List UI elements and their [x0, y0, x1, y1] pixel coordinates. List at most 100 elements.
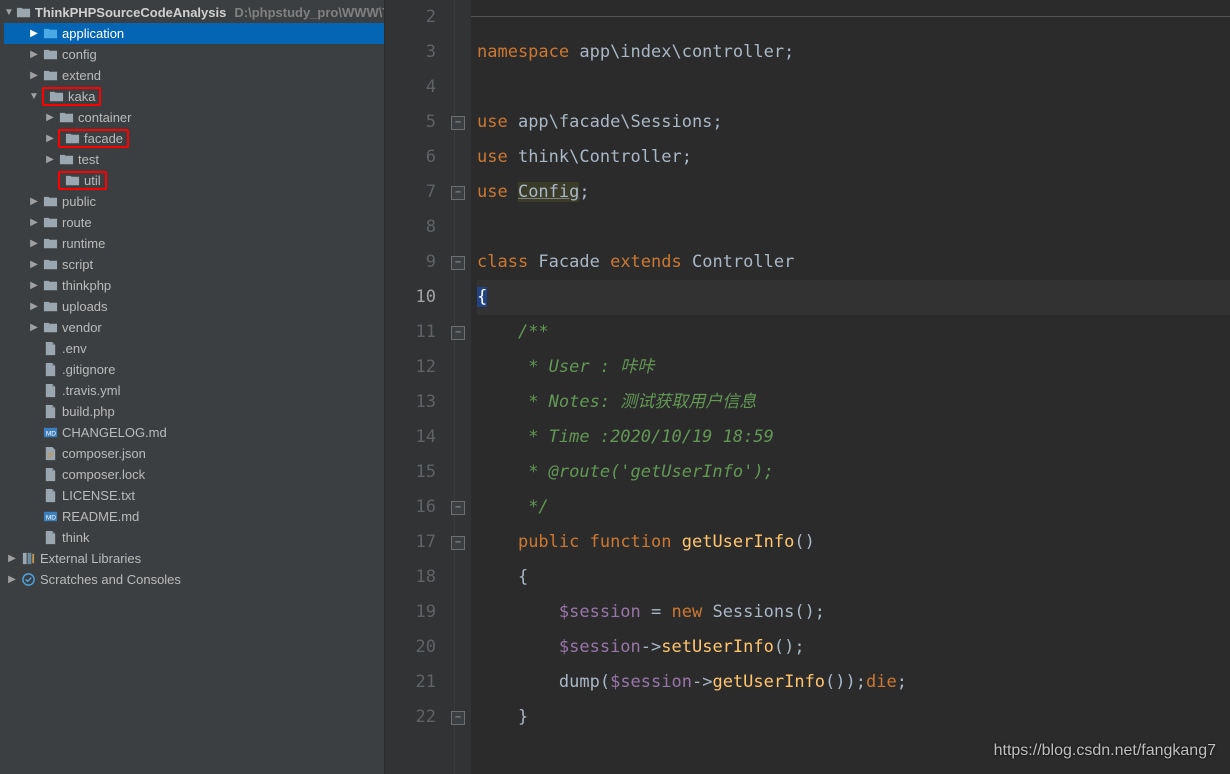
line-number[interactable]: 8 [385, 210, 454, 245]
code-line[interactable]: * Time :2020/10/19 18:59 [477, 420, 1230, 455]
tree-item[interactable]: .env [4, 338, 384, 359]
line-number[interactable]: 14 [385, 420, 454, 455]
tree-item[interactable]: util [4, 170, 384, 191]
expand-arrow-icon[interactable]: ▶ [44, 133, 56, 144]
project-tree-panel[interactable]: ▼ ThinkPHPSourceCodeAnalysis D:\phpstudy… [0, 0, 385, 774]
expand-arrow-icon[interactable]: ▶ [44, 112, 56, 123]
expand-arrow-icon[interactable]: ▶ [28, 217, 40, 228]
tree-item[interactable]: ▶public [4, 191, 384, 212]
tree-item[interactable]: .travis.yml [4, 380, 384, 401]
code-line[interactable]: $session = new Sessions(); [477, 595, 1230, 630]
expand-arrow-icon[interactable]: ▶ [6, 553, 18, 564]
expand-arrow-icon[interactable]: ▶ [28, 280, 40, 291]
code-line[interactable]: namespace app\index\controller; [477, 35, 1230, 70]
line-number[interactable]: 19 [385, 595, 454, 630]
code-line[interactable]: class Facade extends Controller [477, 245, 1230, 280]
line-number[interactable]: 17 [385, 525, 454, 560]
fold-toggle-icon[interactable]: − [451, 711, 465, 725]
expand-arrow-icon[interactable]: ▶ [28, 28, 40, 39]
fold-toggle-icon[interactable]: − [451, 186, 465, 200]
tree-item[interactable]: ▶vendor [4, 317, 384, 338]
tree-item[interactable]: MDREADME.md [4, 506, 384, 527]
code-line[interactable]: */ [477, 490, 1230, 525]
tree-item[interactable]: ▶script [4, 254, 384, 275]
tree-item[interactable]: build.php [4, 401, 384, 422]
tree-root[interactable]: ▼ ThinkPHPSourceCodeAnalysis D:\phpstudy… [4, 2, 384, 23]
line-number[interactable]: 18 [385, 560, 454, 595]
line-number[interactable]: 13 [385, 385, 454, 420]
line-number[interactable]: 11 [385, 315, 454, 350]
code-line[interactable]: { [477, 280, 1230, 315]
line-number[interactable]: 5 [385, 105, 454, 140]
line-number[interactable]: 21 [385, 665, 454, 700]
code-line[interactable]: { [477, 560, 1230, 595]
code-line[interactable]: } [477, 700, 1230, 735]
code-line[interactable]: use think\Controller; [477, 140, 1230, 175]
line-number[interactable]: 3 [385, 35, 454, 70]
expand-arrow-icon[interactable]: ▶ [28, 301, 40, 312]
code-line[interactable] [477, 0, 1230, 35]
tree-item[interactable]: ▶extend [4, 65, 384, 86]
line-number[interactable]: 22 [385, 700, 454, 735]
line-number[interactable]: 20 [385, 630, 454, 665]
markdown-icon: MD [42, 509, 58, 525]
tree-item[interactable]: ▶application [4, 23, 384, 44]
code-line[interactable]: /** [477, 315, 1230, 350]
tree-item[interactable]: LICENSE.txt [4, 485, 384, 506]
code-line[interactable]: use app\facade\Sessions; [477, 105, 1230, 140]
expand-arrow-icon[interactable]: ▶ [28, 70, 40, 81]
tree-item[interactable]: composer.lock [4, 464, 384, 485]
tree-item[interactable]: ▶runtime [4, 233, 384, 254]
fold-toggle-icon[interactable]: − [451, 326, 465, 340]
fold-toggle-icon[interactable]: − [451, 256, 465, 270]
line-number[interactable]: 9 [385, 245, 454, 280]
fold-toggle-icon[interactable]: − [451, 501, 465, 515]
line-number[interactable]: 6 [385, 140, 454, 175]
tree-item[interactable]: ▶route [4, 212, 384, 233]
tree-item[interactable]: ▶facade [4, 128, 384, 149]
code-line[interactable]: use Config; [477, 175, 1230, 210]
fold-toggle-icon[interactable]: − [451, 116, 465, 130]
tree-item[interactable]: composer.json [4, 443, 384, 464]
code-line[interactable]: public function getUserInfo() [477, 525, 1230, 560]
tree-item[interactable]: think [4, 527, 384, 548]
code-line[interactable] [477, 210, 1230, 245]
tree-item[interactable]: MDCHANGELOG.md [4, 422, 384, 443]
expand-arrow-icon[interactable]: ▶ [28, 196, 40, 207]
tree-item[interactable]: ▶Scratches and Consoles [4, 569, 384, 590]
tree-item[interactable]: ▶uploads [4, 296, 384, 317]
code-area[interactable]: namespace app\index\controller; use app\f… [471, 0, 1230, 774]
expand-arrow-icon[interactable]: ▶ [28, 49, 40, 60]
expand-arrow-icon[interactable]: ▶ [28, 259, 40, 270]
fold-toggle-icon[interactable]: − [451, 536, 465, 550]
line-number[interactable]: 2 [385, 0, 454, 35]
tree-item[interactable]: ▶thinkphp [4, 275, 384, 296]
line-number[interactable]: 4 [385, 70, 454, 105]
tree-item[interactable]: .gitignore [4, 359, 384, 380]
line-number-gutter[interactable]: 2345678910111213141516171819202122 [385, 0, 455, 774]
tree-item[interactable]: ▶test [4, 149, 384, 170]
line-number[interactable]: 15 [385, 455, 454, 490]
code-line[interactable]: $session->setUserInfo(); [477, 630, 1230, 665]
code-line[interactable]: * User : 咔咔 [477, 350, 1230, 385]
code-line[interactable] [477, 70, 1230, 105]
expand-arrow-icon[interactable]: ▶ [28, 238, 40, 249]
tree-item[interactable]: ▶External Libraries [4, 548, 384, 569]
tree-item[interactable]: ▶config [4, 44, 384, 65]
expand-arrow-icon[interactable]: ▼ [4, 7, 14, 18]
code-line[interactable]: * @route('getUserInfo'); [477, 455, 1230, 490]
expand-arrow-icon[interactable]: ▼ [28, 91, 40, 102]
fold-column[interactable]: −−−−−−− [455, 0, 471, 774]
expand-arrow-icon[interactable]: ▶ [44, 154, 56, 165]
tree-item[interactable]: ▶container [4, 107, 384, 128]
line-number[interactable]: 16 [385, 490, 454, 525]
expand-arrow-icon[interactable]: ▶ [28, 322, 40, 333]
code-line[interactable]: dump($session->getUserInfo());die; [477, 665, 1230, 700]
expand-arrow-icon[interactable]: ▶ [6, 574, 18, 585]
code-line[interactable]: * Notes: 测试获取用户信息 [477, 385, 1230, 420]
code-editor[interactable]: 2345678910111213141516171819202122 −−−−−… [385, 0, 1230, 774]
line-number[interactable]: 10 [385, 280, 454, 315]
line-number[interactable]: 12 [385, 350, 454, 385]
line-number[interactable]: 7 [385, 175, 454, 210]
tree-item[interactable]: ▼kaka [4, 86, 384, 107]
